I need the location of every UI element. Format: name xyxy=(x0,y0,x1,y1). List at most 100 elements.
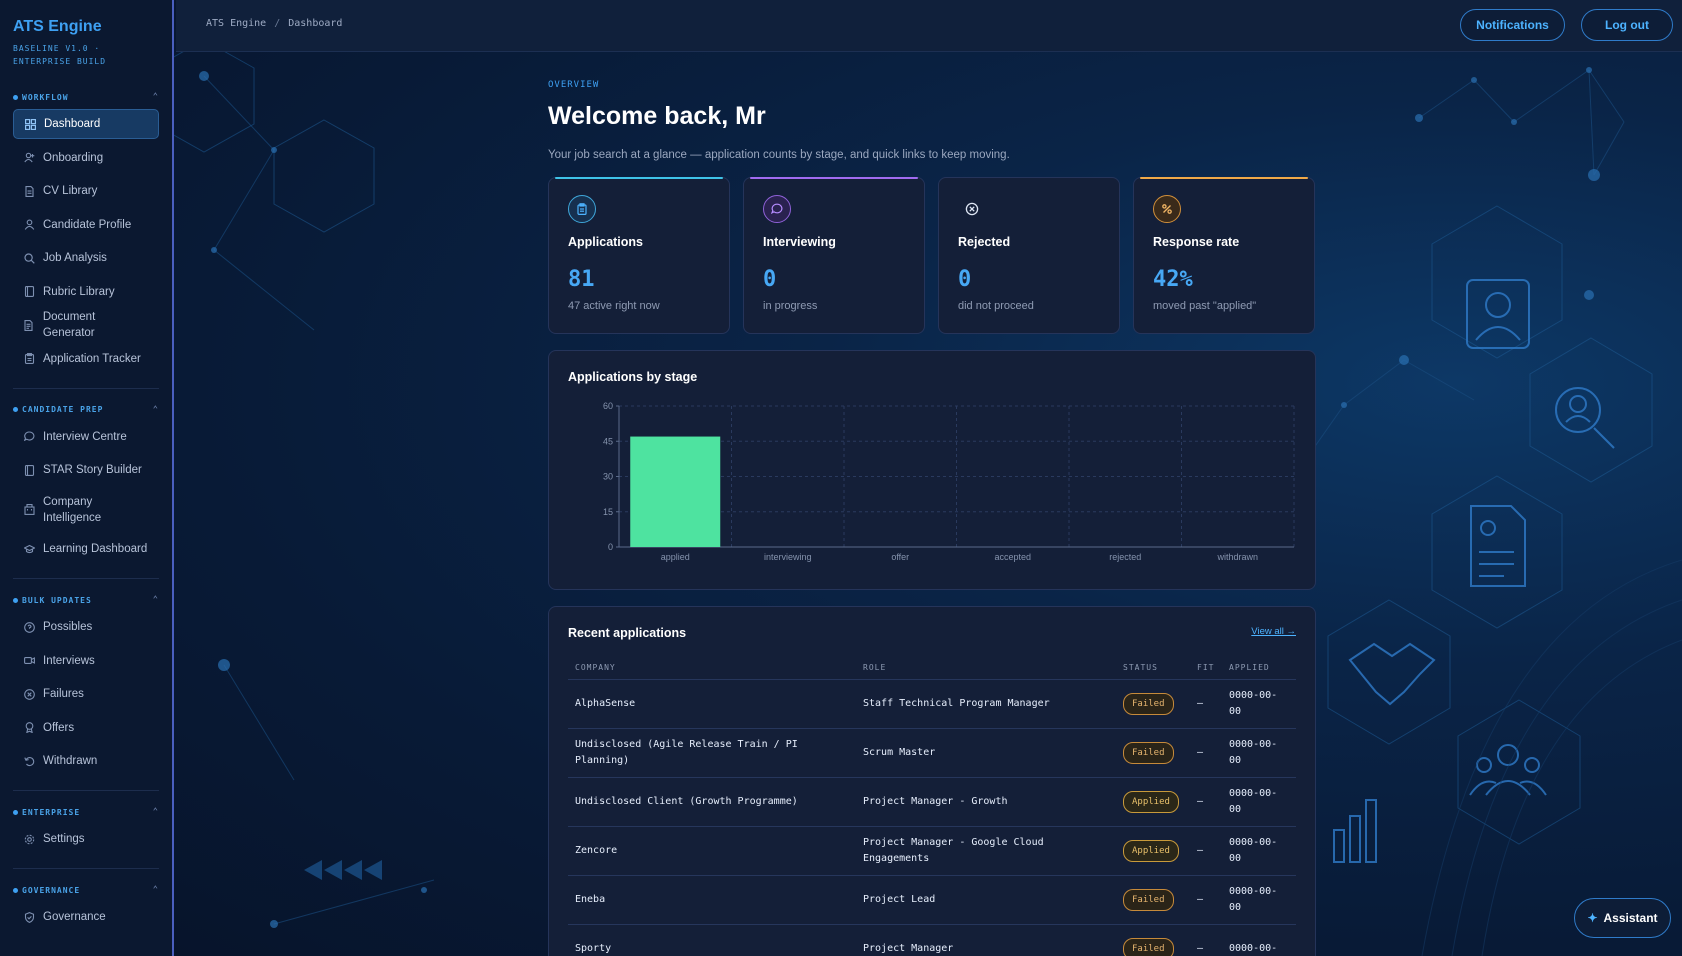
sidebar-item-star-story-builder[interactable]: STAR Story Builder xyxy=(13,455,159,485)
breadcrumb-root[interactable]: ATS Engine xyxy=(206,18,266,29)
cell-role: Project Manager - Google Cloud Engagemen… xyxy=(856,826,1116,876)
user-icon xyxy=(23,219,35,231)
stat-value: 81 xyxy=(568,267,595,292)
notifications-button[interactable]: Notifications xyxy=(1460,9,1565,41)
sidebar-item-candidate-profile[interactable]: Candidate Profile xyxy=(13,210,159,240)
cell-applied: 0000-00- xyxy=(1222,924,1296,956)
sidebar-item-dashboard[interactable]: Dashboard xyxy=(13,109,159,139)
view-all-link[interactable]: View all → xyxy=(1251,626,1296,637)
sidebar-item-interview-centre[interactable]: Interview Centre xyxy=(13,422,159,452)
sidebar-item-label: Document Generator xyxy=(42,311,96,339)
sidebar-item-settings[interactable]: Settings xyxy=(13,824,159,854)
column-header-role[interactable]: ROLE xyxy=(856,657,1116,680)
y-tick-label: 60 xyxy=(603,401,613,411)
nav-group-header-bulk-updates[interactable]: BULK UPDATES ⌃ xyxy=(0,593,172,607)
sidebar-item-label: Job Analysis xyxy=(43,252,107,264)
cell-company: Eneba xyxy=(568,875,856,925)
table-row[interactable]: Eneba Project Lead Failed — 0000-00-00 xyxy=(568,875,1296,925)
sidebar-item-withdrawn[interactable]: Withdrawn xyxy=(13,746,159,776)
table-row[interactable]: AlphaSense Staff Technical Program Manag… xyxy=(568,679,1296,729)
assistant-button[interactable]: ✦ Assistant xyxy=(1574,898,1671,938)
nav-group-header-candidate-prep[interactable]: CANDIDATE PREP ⌃ xyxy=(0,403,172,417)
sidebar-item-interviews[interactable]: Interviews xyxy=(13,646,159,676)
sidebar-item-company-intelligence[interactable]: Company Intelligence xyxy=(13,489,159,531)
stat-note: did not proceed xyxy=(958,300,1034,312)
cell-fit: — xyxy=(1190,679,1222,729)
nav-group-header-workflow[interactable]: WORKFLOW ⌃ xyxy=(0,90,172,104)
chevron-up-icon[interactable]: ⌃ xyxy=(153,885,159,895)
sidebar-item-application-tracker[interactable]: Application Tracker xyxy=(13,344,159,374)
sidebar-item-onboarding[interactable]: Onboarding xyxy=(13,143,159,173)
logout-button[interactable]: Log out xyxy=(1581,9,1673,41)
app-title[interactable]: ATS Engine xyxy=(13,18,159,36)
x-tick-label: applied xyxy=(661,552,690,562)
column-header-applied[interactable]: APPLIED xyxy=(1222,657,1296,680)
page-subtitle: Your job search at a glance — applicatio… xyxy=(548,149,1010,161)
column-header-fit[interactable]: FIT xyxy=(1190,657,1222,680)
help-circle-icon xyxy=(23,621,35,633)
stat-card-rejected[interactable]: Rejected 0 did not proceed xyxy=(938,177,1120,334)
table-row[interactable]: Undisclosed (Agile Release Train / PI Pl… xyxy=(568,728,1296,778)
status-badge: Failed xyxy=(1123,692,1174,715)
stat-value: 42% xyxy=(1153,267,1193,292)
sidebar-item-label: Onboarding xyxy=(43,151,104,164)
app-subtitle: BASELINE V1.0 · ENTERPRISE BUILD xyxy=(13,44,107,66)
sidebar-item-cv-library[interactable]: CV Library xyxy=(13,176,159,206)
table-row[interactable]: Sporty Project Manager Failed — 0000-00- xyxy=(568,924,1296,956)
sidebar-item-label: Dashboard xyxy=(44,118,101,130)
cell-status: Failed xyxy=(1116,728,1190,778)
cell-role: Project Manager - Growth xyxy=(856,777,1116,827)
nav-group-header-governance[interactable]: GOVERNANCE ⌃ xyxy=(0,883,172,897)
gear-icon xyxy=(23,833,35,845)
column-header-company[interactable]: COMPANY xyxy=(568,657,856,680)
sidebar-item-label: Possibles xyxy=(43,621,93,633)
sidebar-item-learning-dashboard[interactable]: Learning Dashboard xyxy=(13,534,159,564)
stat-title: Response rate xyxy=(1153,235,1240,249)
bar-applied xyxy=(630,436,721,547)
sidebar-item-label: Offers xyxy=(43,721,75,734)
nav-group-header-enterprise[interactable]: ENTERPRISE ⌃ xyxy=(0,805,172,819)
chat-icon xyxy=(23,431,35,443)
stat-card-response-rate[interactable]: Response rate 42% moved past "applied" xyxy=(1133,177,1315,334)
chart-panel: Applications by stage 0 15 30 45 60 applied in… xyxy=(548,350,1316,590)
chevron-up-icon[interactable]: ⌃ xyxy=(153,92,159,102)
y-tick-label: 15 xyxy=(603,507,613,517)
chevron-up-icon[interactable]: ⌃ xyxy=(153,405,159,415)
sidebar-item-job-analysis[interactable]: Job Analysis xyxy=(13,243,159,273)
group-label: CANDIDATE PREP xyxy=(22,405,104,414)
book-icon xyxy=(23,286,35,298)
sidebar-item-label: Candidate Profile xyxy=(43,218,132,231)
table-row[interactable]: Undisclosed Client (Growth Programme) Pr… xyxy=(568,777,1296,827)
cell-applied: 0000-00-00 xyxy=(1222,679,1296,729)
graduation-cap-icon xyxy=(23,543,35,555)
x-tick-label: rejected xyxy=(1109,552,1141,562)
breadcrumb-current: Dashboard xyxy=(288,18,343,29)
section-overline: OVERVIEW xyxy=(548,80,600,90)
sidebar-item-offers[interactable]: Offers xyxy=(13,713,159,743)
stat-note: moved past "applied" xyxy=(1153,300,1257,312)
sidebar-item-rubric-library[interactable]: Rubric Library xyxy=(13,277,159,307)
sidebar-item-possibles[interactable]: Possibles xyxy=(13,612,159,642)
sidebar-item-label: Interview Centre xyxy=(43,430,127,443)
stat-card-applications[interactable]: Applications 81 47 active right now xyxy=(548,177,730,334)
nav-group-governance: GOVERNANCE ⌃ Governance xyxy=(0,883,172,932)
sidebar-item-governance[interactable]: Governance xyxy=(13,902,159,932)
column-header-status[interactable]: STATUS xyxy=(1116,657,1190,680)
stat-card-interviewing[interactable]: Interviewing 0 in progress xyxy=(743,177,925,334)
divider xyxy=(13,578,159,579)
chevron-up-icon[interactable]: ⌃ xyxy=(153,807,159,817)
y-tick-label: 30 xyxy=(603,472,613,482)
group-label: ENTERPRISE xyxy=(22,807,81,817)
search-icon xyxy=(23,252,35,264)
chevron-up-icon[interactable]: ⌃ xyxy=(153,595,159,605)
cell-fit: — xyxy=(1190,777,1222,827)
breadcrumb-separator: / xyxy=(274,18,281,29)
table-row[interactable]: Zencore Project Manager - Google Cloud E… xyxy=(568,826,1296,876)
group-dot-icon xyxy=(13,407,18,412)
video-icon xyxy=(23,655,35,667)
sidebar-item-document-generator[interactable]: Document Generator xyxy=(13,310,159,340)
book-icon xyxy=(23,464,35,476)
sidebar-item-label: Application Tracker xyxy=(43,352,141,365)
sidebar-item-failures[interactable]: Failures xyxy=(13,679,159,709)
sidebar-item-label: CV Library xyxy=(43,185,98,197)
